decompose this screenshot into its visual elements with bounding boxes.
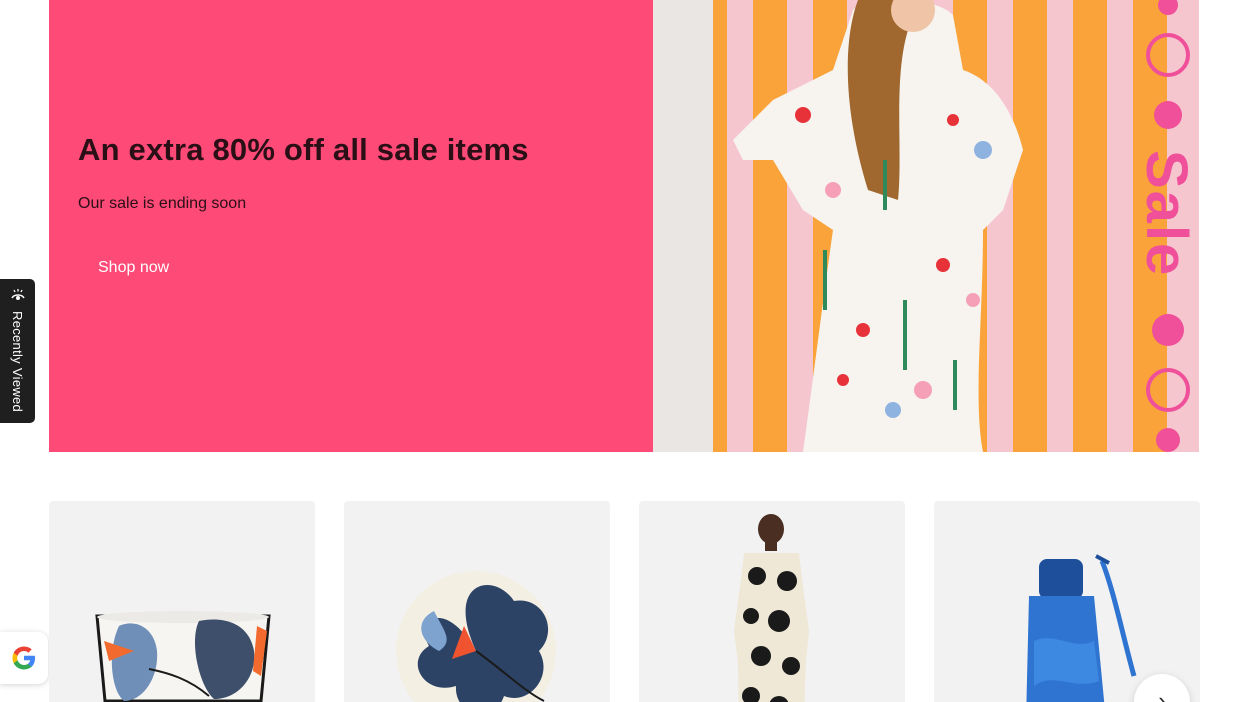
hero-photo-illustration [653, 0, 1199, 452]
hero-title: An extra 80% off all sale items [78, 132, 529, 167]
product-carousel [49, 501, 1200, 702]
google-reviews-badge[interactable] [0, 632, 48, 684]
dress-image [734, 514, 809, 702]
shop-now-button[interactable]: Shop now [78, 246, 189, 290]
recently-viewed-tab[interactable]: Recently Viewed [0, 279, 35, 423]
product-card-umbrella[interactable] [934, 501, 1200, 702]
eye-sparkle-icon [10, 289, 25, 300]
plate-image [396, 571, 556, 702]
google-g-icon [12, 646, 35, 670]
chevron-right-icon: › [1158, 688, 1166, 702]
sale-graphic-text: Sale [1134, 150, 1199, 278]
product-card-bowl[interactable] [49, 501, 315, 702]
product-card-plate[interactable] [344, 501, 610, 702]
product-card-dress[interactable] [639, 501, 905, 702]
recently-viewed-label: Recently Viewed [10, 311, 25, 413]
hero-banner: An extra 80% off all sale items Our sale… [49, 0, 1199, 452]
hero-subtitle: Our sale is ending soon [78, 195, 247, 212]
hero-text-panel: An extra 80% off all sale items Our sale… [49, 0, 653, 452]
umbrella-image [1026, 554, 1137, 702]
bowl-image [95, 611, 271, 702]
hero-image[interactable]: Sale [653, 0, 1199, 452]
